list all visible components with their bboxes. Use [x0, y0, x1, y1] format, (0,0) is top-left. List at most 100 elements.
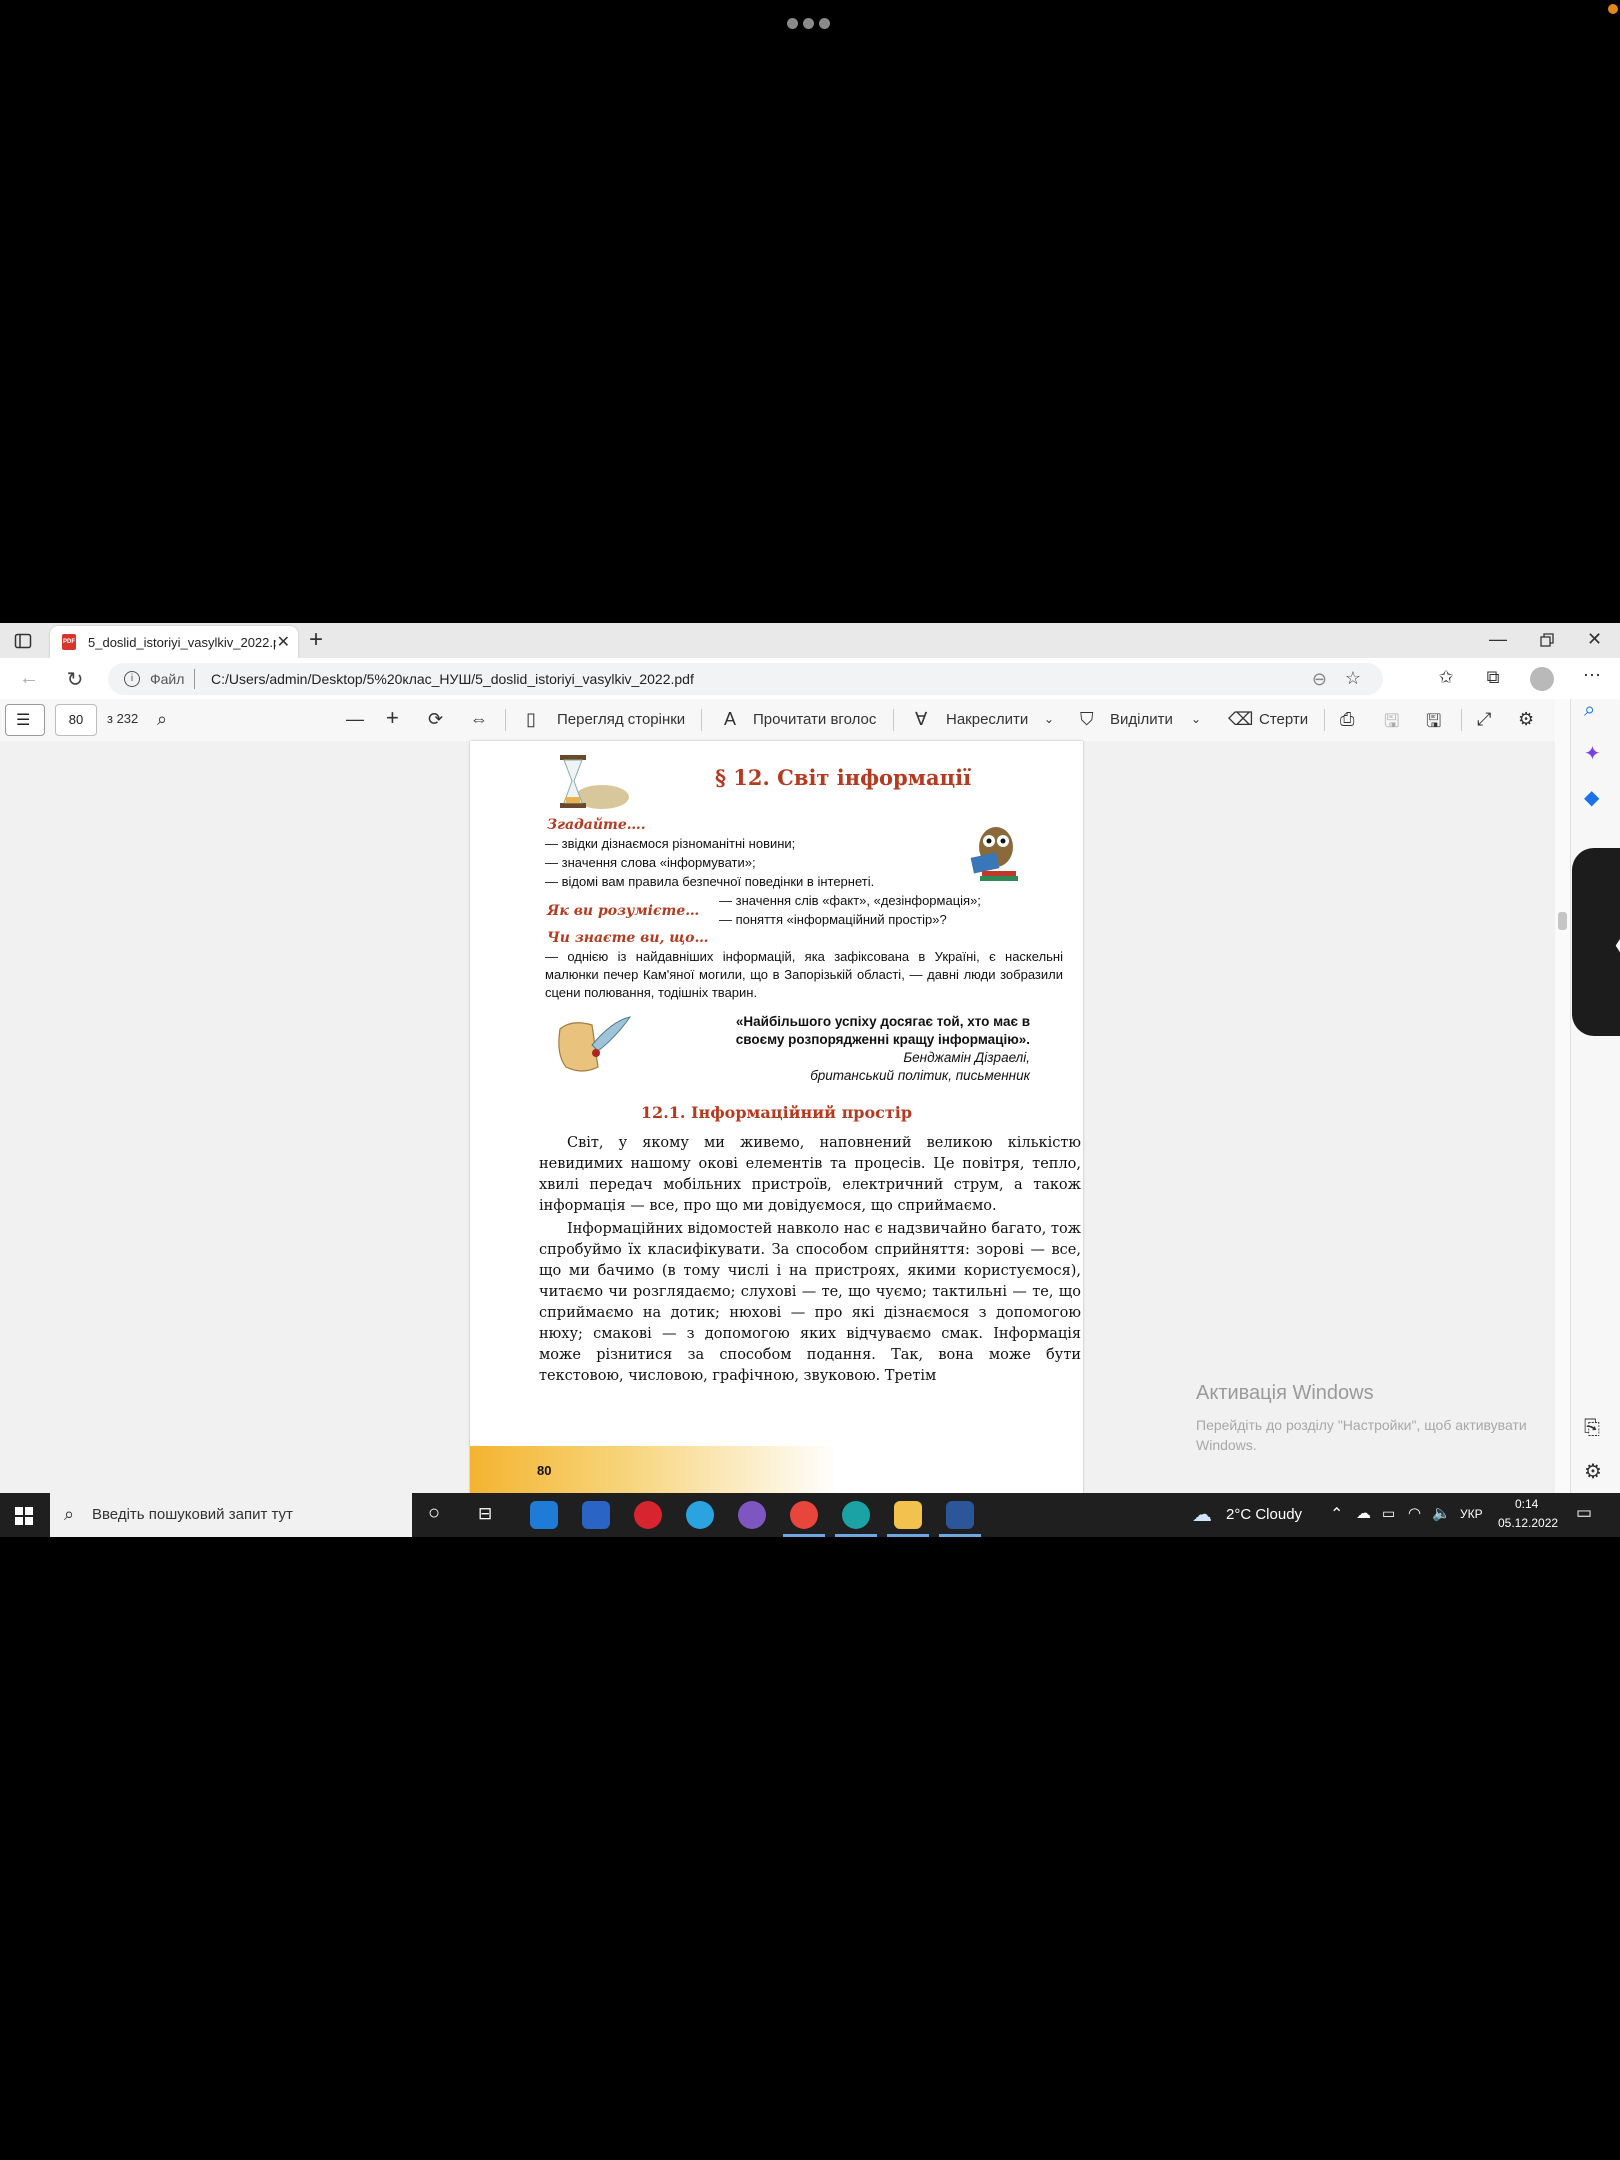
activation-title: Активація Windows	[1196, 1382, 1374, 1404]
taskbar-search-placeholder: Введіть пошуковий запит тут	[92, 1506, 293, 1523]
wifi-icon[interactable]: ◠	[1408, 1504, 1421, 1522]
collections-icon[interactable]: ⧉	[1481, 667, 1505, 688]
favorite-add-icon[interactable]: ☆	[1345, 668, 1361, 689]
volume-icon[interactable]: 🔈	[1432, 1504, 1451, 1522]
info-icon[interactable]: i	[124, 671, 140, 687]
tab-actions-icon[interactable]	[14, 632, 32, 650]
highlight-options-chevron-icon[interactable]: ⌄	[1191, 712, 1201, 726]
onedrive-icon[interactable]: ☁	[1356, 1504, 1371, 1522]
notifications-icon[interactable]: ▭	[1576, 1503, 1592, 1523]
address-bar[interactable]: i Файл C:/Users/admin/Desktop/5%20клас_Н…	[108, 663, 1383, 695]
cortana-icon[interactable]: ○	[428, 1502, 440, 1525]
tab-title: 5_doslid_istoriyi_vasylkiv_2022.pdf	[88, 635, 276, 650]
know-heading: Чи знаєте ви, що…	[547, 930, 709, 946]
profile-avatar[interactable]	[1530, 667, 1554, 691]
save-icon[interactable]: 🖫	[1384, 709, 1399, 739]
print-icon[interactable]: ⎙	[1340, 709, 1354, 730]
copilot-icon[interactable]: ✦	[1584, 741, 1601, 766]
mail-app-icon[interactable]	[530, 1501, 558, 1529]
page-view-button[interactable]: Перегляд сторінки	[557, 711, 685, 728]
search-icon[interactable]: ⌕	[157, 709, 167, 730]
address-bar-row: ← ↻ i Файл C:/Users/admin/Desktop/5%20кл…	[0, 658, 1620, 700]
favorites-icon[interactable]: ✩	[1434, 667, 1458, 688]
telegram-app-icon[interactable]	[686, 1501, 714, 1529]
highlight-button[interactable]: Виділити	[1110, 711, 1173, 728]
sidebar-screen-icon[interactable]: ⎘	[1584, 1417, 1600, 1440]
know-text: — однією із найдавніших інформацій, яка …	[545, 949, 1063, 1000]
remember-item: — звідки дізнаємося різноманітні новини;	[545, 836, 796, 851]
taskbar-search-box[interactable]: ⌕ Введіть пошуковий запит тут	[50, 1493, 412, 1537]
shopping-tag-icon[interactable]: ◆	[1584, 785, 1599, 810]
rotate-icon[interactable]: ⟳	[428, 709, 443, 730]
tab-pdf[interactable]: PDF 5_doslid_istoriyi_vasylkiv_2022.pdf …	[50, 626, 298, 658]
back-icon[interactable]: ←	[16, 667, 42, 690]
windows-taskbar: ⌕ Введіть пошуковий запит тут ○ ⊟ ☁ 2°C …	[0, 1493, 1620, 1537]
remember-item: — значення слова «інформувати»;	[545, 855, 756, 870]
clock-time[interactable]: 0:14	[1515, 1497, 1538, 1511]
paragraph: Інформаційних відомостей навколо нас є н…	[539, 1221, 1082, 1384]
understand-item: — значення слів «факт», «дезінформація»;	[719, 893, 981, 908]
highlight-icon: ⛉	[1080, 709, 1094, 729]
windows-start-icon[interactable]	[15, 1507, 33, 1525]
more-menu-icon[interactable]: ⋯	[1580, 665, 1604, 686]
window-handle-dots[interactable]	[787, 18, 833, 30]
divider	[701, 709, 702, 731]
weather-text[interactable]: 2°C Cloudy	[1226, 1506, 1302, 1523]
read-aloud-button[interactable]: Прочитати вголос	[753, 711, 876, 728]
running-indicator	[939, 1534, 981, 1537]
contents-button[interactable]: ☰	[5, 704, 45, 736]
file-explorer-app-icon[interactable]	[894, 1501, 922, 1529]
scrollbar-thumb[interactable]	[1558, 912, 1567, 930]
zoom-out-button[interactable]: —	[346, 709, 364, 730]
side-drawer-handle[interactable]: 〈	[1572, 848, 1620, 1036]
minimize-icon[interactable]: —	[1489, 629, 1507, 650]
page-total: з 232	[107, 711, 139, 726]
read-aloud-icon: A	[724, 709, 737, 729]
scrollbar[interactable]	[1555, 699, 1570, 1493]
quote-line: «Найбільшого успіху досягає той, хто має…	[735, 1014, 1030, 1029]
erase-button[interactable]: Стерти	[1259, 711, 1308, 728]
save-as-icon[interactable]: 🖫	[1426, 709, 1441, 739]
page-number: 80	[537, 1463, 552, 1478]
fit-page-icon[interactable]: ⇔	[470, 709, 488, 730]
clock-date[interactable]: 05.12.2022	[1498, 1516, 1558, 1530]
store-app-icon[interactable]	[582, 1501, 610, 1529]
task-view-icon[interactable]: ⊟	[478, 1504, 492, 1524]
page-view-icon: ▯	[526, 709, 536, 729]
close-window-icon[interactable]: ✕	[1587, 629, 1602, 650]
opera-app-icon[interactable]	[634, 1501, 662, 1529]
page-number-input[interactable]: 80	[55, 704, 97, 736]
chevron-left-icon: 〈	[1584, 903, 1620, 982]
quote-author: Бенджамін Дізраелі,	[903, 1050, 1030, 1065]
quote-block: «Найбільшого успіху досягає той, хто має…	[736, 1013, 1030, 1085]
close-tab-icon[interactable]: ✕	[277, 632, 290, 652]
zoom-out-icon[interactable]: ⊖	[1312, 669, 1327, 690]
edge-app-icon[interactable]	[842, 1501, 870, 1529]
fullscreen-icon[interactable]: ⤢	[1477, 709, 1491, 730]
word-app-icon[interactable]	[946, 1501, 974, 1529]
refresh-icon[interactable]: ↻	[62, 667, 88, 692]
draw-button[interactable]: Накреслити	[946, 711, 1028, 728]
eraser-icon: ⌫	[1228, 709, 1254, 729]
hourglass-illustration-icon	[560, 755, 629, 809]
chrome-app-icon[interactable]	[790, 1501, 818, 1529]
chevron-up-icon[interactable]: ⌃	[1330, 1504, 1343, 1524]
understand-heading: Як ви розумієте…	[547, 903, 700, 919]
pdf-toolbar: ☰ 80 з 232 ⌕ — + ⟳ ⇔ ▯ Перегляд сторінки…	[0, 699, 1555, 742]
zoom-in-button[interactable]: +	[386, 705, 399, 731]
url-text[interactable]: C:/Users/admin/Desktop/5%20клас_НУШ/5_do…	[211, 671, 694, 687]
language-indicator[interactable]: УКР	[1460, 1507, 1483, 1521]
search-sidebar-icon[interactable]: ⌕	[1584, 699, 1595, 722]
windows-activation-watermark: Активація Windows Перейдіть до розділу "…	[1196, 1382, 1556, 1455]
quote-line: своєму розпорядженні кращу інформацію».	[735, 1032, 1030, 1047]
viber-app-icon[interactable]	[738, 1501, 766, 1529]
file-label: Файл	[150, 671, 185, 687]
running-indicator	[887, 1534, 929, 1537]
running-indicator	[835, 1534, 877, 1537]
new-tab-icon[interactable]: +	[309, 626, 323, 654]
sidebar-settings-icon[interactable]: ⚙	[1584, 1459, 1602, 1484]
draw-options-chevron-icon[interactable]: ⌄	[1044, 712, 1054, 726]
restore-icon[interactable]	[1539, 632, 1555, 648]
settings-icon[interactable]: ⚙	[1518, 709, 1534, 730]
battery-icon[interactable]: ▭	[1382, 1505, 1395, 1522]
